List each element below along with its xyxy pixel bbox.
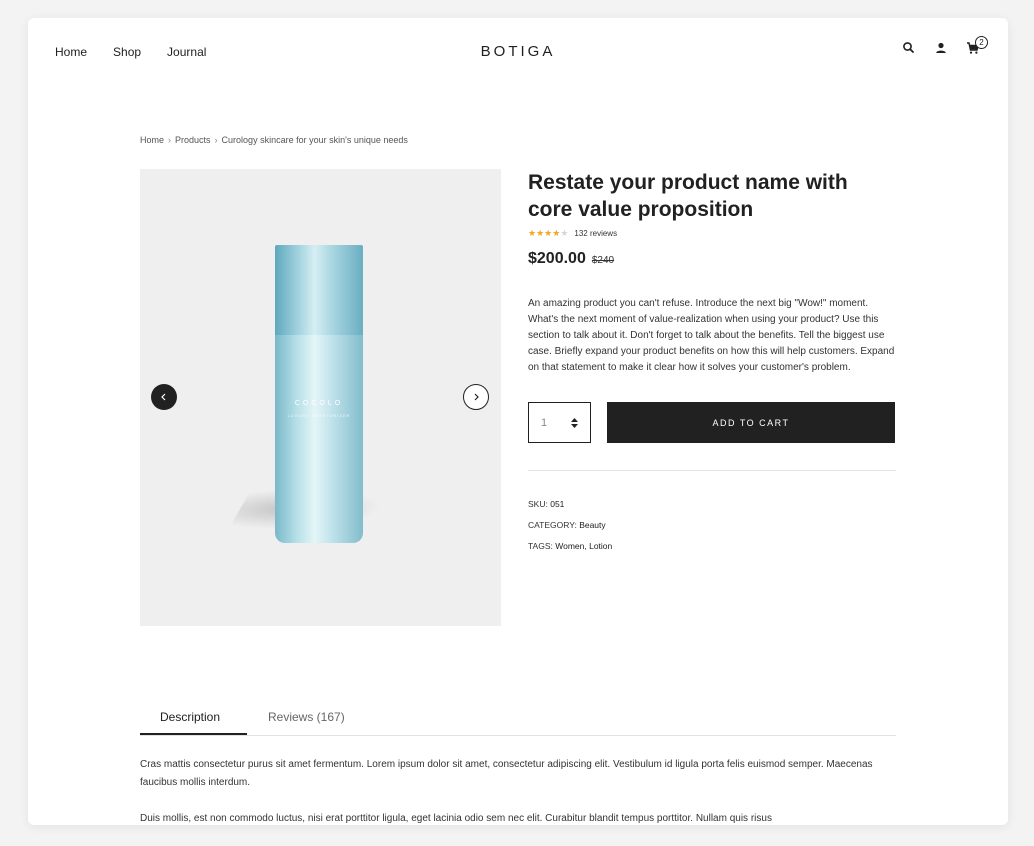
old-price: $240 [591, 255, 615, 266]
tags-links[interactable]: Women, Lotion [555, 541, 612, 551]
gallery-next-button[interactable] [463, 384, 489, 410]
tags-row: TAGS: Women, Lotion [528, 536, 896, 557]
current-price: $200.00 [528, 250, 586, 267]
star-icon: ★ [552, 228, 561, 238]
description-paragraph: Duis mollis, est non commodo luctus, nis… [140, 813, 772, 824]
product-tabs: Description Reviews (167) [140, 702, 896, 736]
product-image: COCOLO LUXURY MOISTURIZER [275, 245, 365, 545]
quantity-stepper[interactable]: 1 [528, 402, 591, 443]
page-card: Home Shop Journal BOTIGA 2 Home › Products… [28, 18, 1008, 825]
add-to-cart-form: 1 ADD TO CART [528, 402, 896, 443]
rating-stars: ★ ★ ★ ★ ★ [528, 229, 568, 238]
description-paragraph: Cras mattis consectetur purus sit amet f… [140, 759, 873, 788]
star-icon: ★ [536, 228, 545, 238]
category-link[interactable]: Beauty [579, 520, 605, 530]
header-icons: 2 [901, 36, 988, 56]
cart-icon[interactable]: 2 [965, 36, 988, 56]
star-icon: ★ [544, 228, 553, 238]
product-summary: Restate your product name with core valu… [528, 169, 896, 557]
reviews-count-link[interactable]: 132 reviews [574, 229, 617, 238]
chevron-left-icon [161, 393, 166, 401]
bottle-brand-label: COCOLO [294, 400, 344, 407]
breadcrumb-separator: › [214, 135, 218, 145]
search-icon[interactable] [901, 40, 917, 56]
breadcrumb-home[interactable]: Home [140, 135, 164, 145]
product-meta: SKU: 051 CATEGORY: Beauty TAGS: Women, L… [528, 494, 896, 557]
product-rating[interactable]: ★ ★ ★ ★ ★ 132 reviews [528, 229, 896, 239]
sku-row: SKU: 051 [528, 494, 896, 515]
breadcrumb-current: Curology skincare for your skin's unique… [221, 135, 408, 145]
sku-label: SKU: [528, 499, 548, 509]
user-icon[interactable] [933, 40, 949, 56]
tab-reviews[interactable]: Reviews (167) [268, 710, 345, 724]
divider [528, 470, 896, 471]
product-short-description: An amazing product you can't refuse. Int… [528, 298, 895, 373]
bottle-cap [275, 245, 363, 335]
breadcrumb-separator: › [168, 135, 172, 145]
tab-description[interactable]: Description [160, 710, 220, 724]
star-icon: ★ [560, 228, 569, 238]
gallery-prev-button[interactable] [151, 384, 177, 410]
cart-count-badge: 2 [975, 36, 988, 49]
breadcrumb-products[interactable]: Products [175, 135, 211, 145]
sku-value: 051 [550, 499, 565, 509]
stepper-arrows-icon[interactable] [571, 417, 578, 428]
star-icon: ★ [528, 228, 537, 238]
price-block: $200.00 $240 [528, 250, 896, 268]
category-row: CATEGORY: Beauty [528, 515, 896, 536]
active-tab-indicator [140, 733, 247, 735]
product-title: Restate your product name with core valu… [528, 171, 848, 221]
site-logo[interactable]: BOTIGA [28, 43, 1008, 60]
product-gallery: COCOLO LUXURY MOISTURIZER [140, 169, 501, 626]
tags-label: TAGS: [528, 541, 553, 551]
chevron-right-icon [474, 393, 479, 401]
quantity-value[interactable]: 1 [541, 417, 547, 429]
bottle-body [275, 335, 363, 543]
bottle-sub-label: LUXURY MOISTURIZER [287, 413, 351, 418]
add-to-cart-button[interactable]: ADD TO CART [607, 402, 895, 443]
breadcrumb: Home › Products › Curology skincare for your… [140, 135, 408, 145]
category-label: CATEGORY: [528, 520, 577, 530]
